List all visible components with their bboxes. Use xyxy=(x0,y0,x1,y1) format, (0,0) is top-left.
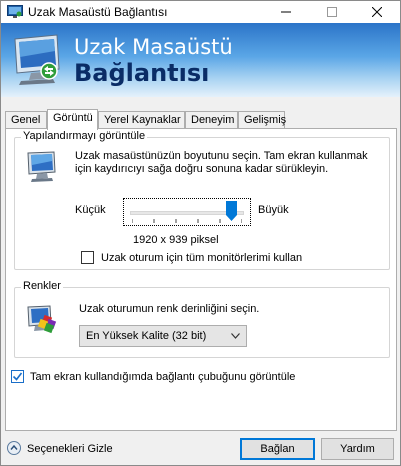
chevron-down-icon xyxy=(231,333,240,339)
close-icon xyxy=(372,7,382,17)
connect-button[interactable]: Bağlan xyxy=(240,438,315,460)
chevron-up-circle-icon[interactable] xyxy=(7,441,21,455)
checkmark-icon xyxy=(12,372,23,381)
tab-local-resources[interactable]: Yerel Kaynaklar xyxy=(98,111,185,129)
tab-general[interactable]: Genel xyxy=(5,111,47,129)
display-tab-panel: Yapılandırmayı görüntüle Uzak masaüstünü… xyxy=(5,128,397,431)
banner-title-line1: Uzak Masaüstü xyxy=(74,35,233,59)
banner: Uzak Masaüstü Bağlantısı xyxy=(1,23,400,97)
window-title: Uzak Masaüstü Bağlantısı xyxy=(28,5,168,19)
slider-min-label: Küçük xyxy=(75,204,106,216)
remote-desktop-window: Uzak Masaüstü Bağlantısı Uzak Masaüstü B… xyxy=(0,0,401,466)
tab-advanced[interactable]: Gelişmiş xyxy=(238,111,286,129)
monitor-icon xyxy=(27,151,56,182)
hide-options-link[interactable]: Seçenekleri Gizle xyxy=(27,443,113,455)
minimize-button[interactable] xyxy=(263,1,309,23)
display-config-group: Yapılandırmayı görüntüle Uzak masaüstünü… xyxy=(14,130,390,270)
close-button[interactable] xyxy=(354,1,400,23)
connection-bar-label[interactable]: Tam ekran kullandığımda bağlantı çubuğun… xyxy=(30,371,295,384)
remote-desktop-icon xyxy=(14,34,60,85)
title-bar[interactable]: Uzak Masaüstü Bağlantısı xyxy=(1,1,400,23)
resolution-text: 1920 x 939 piksel xyxy=(133,234,219,246)
all-monitors-label[interactable]: Uzak oturum için tüm monitörlerimi kulla… xyxy=(101,252,302,265)
color-palette-icon xyxy=(27,305,57,334)
maximize-button[interactable] xyxy=(309,1,355,23)
remote-desktop-icon xyxy=(7,5,23,18)
display-description-line2: için kaydırıcıyı sağa doğru sonuna kadar… xyxy=(75,163,329,175)
colors-legend: Renkler xyxy=(21,280,63,292)
maximize-icon xyxy=(327,7,337,17)
slider-max-label: Büyük xyxy=(258,204,289,216)
all-monitors-checkbox[interactable] xyxy=(81,251,94,264)
colors-group: Renkler Uzak oturumun renk derinliğini s… xyxy=(14,280,390,358)
display-size-slider[interactable] xyxy=(123,198,251,226)
tab-experience[interactable]: Deneyim xyxy=(185,111,238,129)
slider-thumb[interactable] xyxy=(225,201,237,221)
colors-description: Uzak oturumun renk derinliğini seçin. xyxy=(79,303,260,315)
tab-display[interactable]: Görüntü xyxy=(47,109,98,130)
color-depth-value: En Yüksek Kalite (32 bit) xyxy=(86,330,207,342)
minimize-icon xyxy=(281,11,291,13)
connection-bar-checkbox[interactable] xyxy=(11,370,24,383)
display-description-line1: Uzak masaüstünüzün boyutunu seçin. Tam e… xyxy=(75,150,368,162)
display-config-legend: Yapılandırmayı görüntüle xyxy=(21,130,148,142)
help-button[interactable]: Yardım xyxy=(321,438,394,460)
banner-title-line2: Bağlantısı xyxy=(74,59,210,87)
color-depth-select[interactable]: En Yüksek Kalite (32 bit) xyxy=(79,325,247,347)
